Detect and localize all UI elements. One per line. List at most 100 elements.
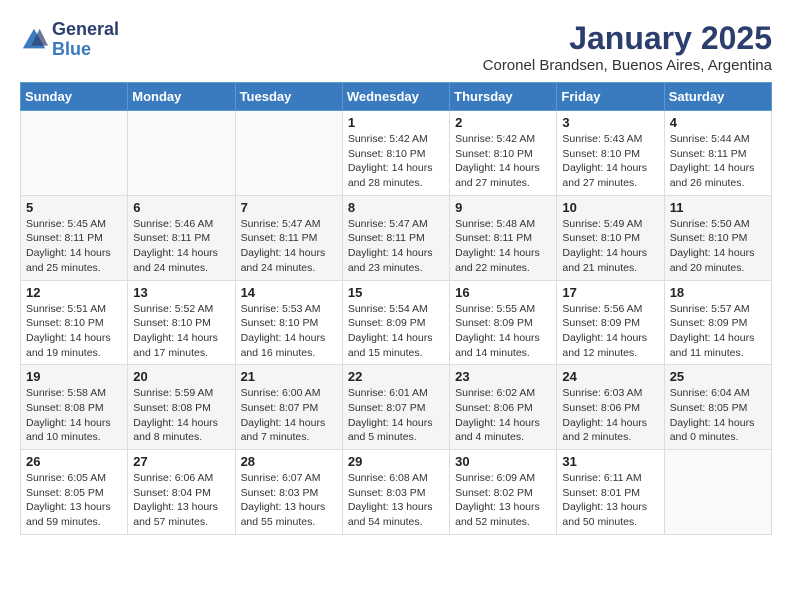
calendar-cell: 17 Sunrise: 5:56 AM Sunset: 8:09 PM Dayli… (557, 280, 664, 365)
calendar-cell: 11 Sunrise: 5:50 AM Sunset: 8:10 PM Dayli… (664, 195, 771, 280)
calendar-cell: 15 Sunrise: 5:54 AM Sunset: 8:09 PM Dayli… (342, 280, 449, 365)
cell-content: Sunrise: 5:52 AM Sunset: 8:10 PM Dayligh… (133, 302, 229, 361)
day-number: 18 (670, 285, 766, 300)
calendar-cell: 12 Sunrise: 5:51 AM Sunset: 8:10 PM Dayli… (21, 280, 128, 365)
calendar-cell: 27 Sunrise: 6:06 AM Sunset: 8:04 PM Dayli… (128, 450, 235, 535)
calendar-cell: 30 Sunrise: 6:09 AM Sunset: 8:02 PM Dayli… (450, 450, 557, 535)
calendar-cell: 3 Sunrise: 5:43 AM Sunset: 8:10 PM Daylig… (557, 111, 664, 196)
calendar-cell (21, 111, 128, 196)
cell-content: Sunrise: 6:00 AM Sunset: 8:07 PM Dayligh… (241, 386, 337, 445)
calendar-cell: 1 Sunrise: 5:42 AM Sunset: 8:10 PM Daylig… (342, 111, 449, 196)
calendar-cell: 7Sunrise: 5:47 AM Sunset: 8:11 PM Daylig… (235, 195, 342, 280)
cell-content: Sunrise: 5:46 AM Sunset: 8:11 PM Dayligh… (133, 217, 229, 276)
cell-content: Sunrise: 5:50 AM Sunset: 8:10 PM Dayligh… (670, 217, 766, 276)
cell-content: Sunrise: 6:07 AM Sunset: 8:03 PM Dayligh… (241, 471, 337, 530)
calendar-week-row: 1 Sunrise: 5:42 AM Sunset: 8:10 PM Daylig… (21, 111, 772, 196)
calendar-cell: 16 Sunrise: 5:55 AM Sunset: 8:09 PM Dayli… (450, 280, 557, 365)
cell-content: Sunrise: 5:58 AM Sunset: 8:08 PM Dayligh… (26, 386, 122, 445)
cell-content: Sunrise: 5:44 AM Sunset: 8:11 PM Dayligh… (670, 132, 766, 191)
day-number: 26 (26, 454, 122, 469)
cell-content: Sunrise: 6:04 AM Sunset: 8:05 PM Dayligh… (670, 386, 766, 445)
cell-content: Sunrise: 6:08 AM Sunset: 8:03 PM Dayligh… (348, 471, 444, 530)
day-number: 13 (133, 285, 229, 300)
calendar-cell (664, 450, 771, 535)
logo-icon (20, 26, 48, 54)
cell-content: Sunrise: 5:42 AM Sunset: 8:10 PM Dayligh… (455, 132, 551, 191)
cell-content: Sunrise: 6:05 AM Sunset: 8:05 PM Dayligh… (26, 471, 122, 530)
calendar-cell: 21 Sunrise: 6:00 AM Sunset: 8:07 PM Dayli… (235, 365, 342, 450)
cell-content: Sunrise: 5:55 AM Sunset: 8:09 PM Dayligh… (455, 302, 551, 361)
logo: General Blue (20, 20, 119, 60)
calendar-cell: 2 Sunrise: 5:42 AM Sunset: 8:10 PM Daylig… (450, 111, 557, 196)
day-number: 4 (670, 115, 766, 130)
calendar-week-row: 12 Sunrise: 5:51 AM Sunset: 8:10 PM Dayli… (21, 280, 772, 365)
calendar-cell: 25 Sunrise: 6:04 AM Sunset: 8:05 PM Dayli… (664, 365, 771, 450)
weekday-header-friday: Friday (557, 83, 664, 111)
calendar-cell: 19Sunrise: 5:58 AM Sunset: 8:08 PM Dayli… (21, 365, 128, 450)
day-number: 16 (455, 285, 551, 300)
day-number: 1 (348, 115, 444, 130)
calendar-cell: 18 Sunrise: 5:57 AM Sunset: 8:09 PM Dayli… (664, 280, 771, 365)
calendar-cell: 28 Sunrise: 6:07 AM Sunset: 8:03 PM Dayli… (235, 450, 342, 535)
calendar-cell (128, 111, 235, 196)
cell-content: Sunrise: 5:53 AM Sunset: 8:10 PM Dayligh… (241, 302, 337, 361)
day-number: 5 (26, 200, 122, 215)
cell-content: Sunrise: 6:02 AM Sunset: 8:06 PM Dayligh… (455, 386, 551, 445)
cell-content: Sunrise: 6:11 AM Sunset: 8:01 PM Dayligh… (562, 471, 658, 530)
day-number: 7 (241, 200, 337, 215)
cell-content: Sunrise: 5:56 AM Sunset: 8:09 PM Dayligh… (562, 302, 658, 361)
cell-content: Sunrise: 5:42 AM Sunset: 8:10 PM Dayligh… (348, 132, 444, 191)
calendar-cell: 29Sunrise: 6:08 AM Sunset: 8:03 PM Dayli… (342, 450, 449, 535)
location-title: Coronel Brandsen, Buenos Aires, Argentin… (483, 57, 772, 74)
calendar-cell: 31 Sunrise: 6:11 AM Sunset: 8:01 PM Dayli… (557, 450, 664, 535)
calendar-cell: 8 Sunrise: 5:47 AM Sunset: 8:11 PM Daylig… (342, 195, 449, 280)
day-number: 17 (562, 285, 658, 300)
day-number: 8 (348, 200, 444, 215)
day-number: 3 (562, 115, 658, 130)
day-number: 2 (455, 115, 551, 130)
calendar-cell: 26 Sunrise: 6:05 AM Sunset: 8:05 PM Dayli… (21, 450, 128, 535)
day-number: 27 (133, 454, 229, 469)
weekday-header-saturday: Saturday (664, 83, 771, 111)
day-number: 10 (562, 200, 658, 215)
cell-content: Sunrise: 5:43 AM Sunset: 8:10 PM Dayligh… (562, 132, 658, 191)
day-number: 24 (562, 369, 658, 384)
cell-content: Sunrise: 6:06 AM Sunset: 8:04 PM Dayligh… (133, 471, 229, 530)
weekday-header-thursday: Thursday (450, 83, 557, 111)
day-number: 31 (562, 454, 658, 469)
weekday-header-wednesday: Wednesday (342, 83, 449, 111)
day-number: 28 (241, 454, 337, 469)
calendar-cell: 20Sunrise: 5:59 AM Sunset: 8:08 PM Dayli… (128, 365, 235, 450)
calendar-cell: 13 Sunrise: 5:52 AM Sunset: 8:10 PM Dayli… (128, 280, 235, 365)
calendar-cell: 5 Sunrise: 5:45 AM Sunset: 8:11 PM Daylig… (21, 195, 128, 280)
day-number: 30 (455, 454, 551, 469)
cell-content: Sunrise: 6:09 AM Sunset: 8:02 PM Dayligh… (455, 471, 551, 530)
calendar-cell: 14 Sunrise: 5:53 AM Sunset: 8:10 PM Dayli… (235, 280, 342, 365)
calendar-cell (235, 111, 342, 196)
weekday-header-monday: Monday (128, 83, 235, 111)
day-number: 12 (26, 285, 122, 300)
calendar-cell: 9 Sunrise: 5:48 AM Sunset: 8:11 PM Daylig… (450, 195, 557, 280)
weekday-header-tuesday: Tuesday (235, 83, 342, 111)
day-number: 11 (670, 200, 766, 215)
cell-content: Sunrise: 5:57 AM Sunset: 8:09 PM Dayligh… (670, 302, 766, 361)
title-block: January 2025 Coronel Brandsen, Buenos Ai… (483, 20, 772, 74)
weekday-header-sunday: Sunday (21, 83, 128, 111)
calendar-cell: 10 Sunrise: 5:49 AM Sunset: 8:10 PM Dayli… (557, 195, 664, 280)
calendar-cell: 24Sunrise: 6:03 AM Sunset: 8:06 PM Dayli… (557, 365, 664, 450)
cell-content: Sunrise: 5:48 AM Sunset: 8:11 PM Dayligh… (455, 217, 551, 276)
cell-content: Sunrise: 5:47 AM Sunset: 8:11 PM Dayligh… (348, 217, 444, 276)
day-number: 15 (348, 285, 444, 300)
day-number: 25 (670, 369, 766, 384)
day-number: 21 (241, 369, 337, 384)
month-title: January 2025 (483, 20, 772, 57)
calendar-cell: 4 Sunrise: 5:44 AM Sunset: 8:11 PM Daylig… (664, 111, 771, 196)
cell-content: Sunrise: 5:45 AM Sunset: 8:11 PM Dayligh… (26, 217, 122, 276)
cell-content: Sunrise: 5:59 AM Sunset: 8:08 PM Dayligh… (133, 386, 229, 445)
calendar-week-row: 5 Sunrise: 5:45 AM Sunset: 8:11 PM Daylig… (21, 195, 772, 280)
cell-content: Sunrise: 5:51 AM Sunset: 8:10 PM Dayligh… (26, 302, 122, 361)
day-number: 9 (455, 200, 551, 215)
day-number: 14 (241, 285, 337, 300)
cell-content: Sunrise: 5:49 AM Sunset: 8:10 PM Dayligh… (562, 217, 658, 276)
cell-content: Sunrise: 5:54 AM Sunset: 8:09 PM Dayligh… (348, 302, 444, 361)
